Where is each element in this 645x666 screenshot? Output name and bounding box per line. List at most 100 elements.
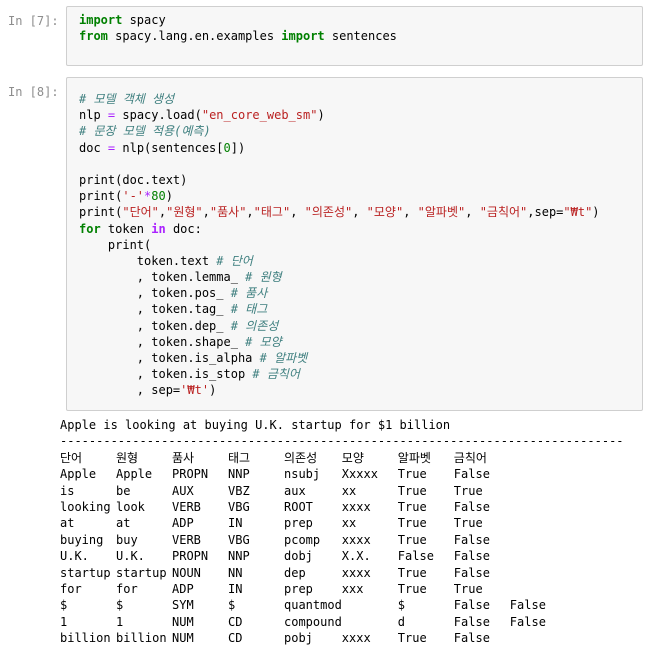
code-line: import spacy — [79, 12, 642, 28]
table-cell: at — [116, 516, 131, 531]
code-token: from — [79, 29, 108, 44]
table-cell: True — [397, 483, 427, 498]
code-token: , token.dep_ — [79, 318, 231, 333]
code-token: # 품사 — [230, 286, 268, 301]
table-cell: VBZ — [228, 483, 250, 498]
table-cell: True — [453, 582, 483, 597]
code-line: print(doc.text) — [79, 172, 642, 188]
code-line: nlp = spacy.load("en_core_web_sm") — [79, 107, 642, 123]
code-token: , token.lemma_ — [79, 270, 246, 285]
code-token: # 모델 객체 생성 — [79, 92, 175, 106]
code-token: "금칙어" — [479, 205, 528, 220]
table-cell: 원형 — [116, 450, 139, 465]
code-token: ) — [209, 383, 217, 398]
cell-output: Apple is looking at buying U.K. startup … — [60, 417, 645, 647]
table-cell: prep — [284, 516, 313, 531]
code-line: for token in doc: — [79, 221, 642, 237]
code-token: doc: — [165, 221, 202, 236]
table-cell: buying — [60, 532, 104, 547]
table-cell: xxxx — [341, 500, 371, 514]
table-cell: prep — [284, 582, 313, 597]
cell-prompt: In [8]: — [8, 85, 59, 99]
code-input-area[interactable]: # 모델 객체 생성 nlp = spacy.load("en_core_web_… — [66, 77, 643, 411]
table-cell: pcomp — [284, 532, 321, 547]
code-token: for — [79, 221, 101, 236]
table-row: is be AUX VBZ aux xx True True — [60, 483, 566, 499]
code-token: , token.is_alpha — [79, 351, 260, 365]
code-line: , token.pos_ # 품사 — [79, 285, 642, 301]
table-cell: True — [397, 565, 427, 580]
table-cell: $ — [397, 598, 406, 613]
table-cell: ROOT — [284, 500, 313, 514]
code-line: , token.shape_ # 모양 — [79, 334, 642, 350]
code-line: # 문장 모델 적용(예측) — [79, 123, 642, 139]
code-token: "단어" — [122, 205, 159, 220]
code-input-area[interactable]: import spacy from spacy.lang.en.examples … — [66, 6, 643, 66]
table-cell: CD — [228, 614, 243, 629]
table-cell: d — [397, 614, 406, 629]
table-cell: True — [397, 500, 427, 514]
table-header-row: 단어 원형 품사 태그 의존성 모양 알파벳 금칙어 — [60, 450, 566, 466]
code-token: # 모양 — [245, 334, 282, 349]
code-token: "원형" — [166, 205, 203, 220]
code-token: , — [465, 205, 480, 220]
table-cell: VERB — [172, 532, 201, 547]
code-token: , token.tag_ — [79, 302, 231, 317]
code-token: "태그" — [253, 205, 291, 220]
code-line: doc = nlp(sentences[0]) — [79, 140, 642, 156]
code-token: "₩t" — [563, 205, 593, 220]
code-token: spacy.load( — [115, 108, 202, 123]
code-line: , token.is_alpha # 알파벳 — [79, 350, 642, 366]
output-sentence: Apple is looking at buying U.K. startup … — [60, 418, 451, 432]
table-cell: True — [397, 631, 427, 646]
table-row: Apple Apple PROPN NNP nsubj Xxxxx True False — [60, 466, 566, 482]
table-cell: pobj — [284, 631, 313, 646]
table-cell: billion — [60, 631, 111, 646]
code-line: print( — [79, 237, 642, 253]
table-row: billion billion NUM CD pobj xxxx True False — [60, 630, 566, 646]
table-cell: IN — [228, 582, 243, 597]
code-token: "의존성" — [304, 205, 353, 220]
code-token: "모양" — [366, 205, 404, 220]
table-cell: False — [453, 532, 490, 547]
table-cell: 금칙어 — [453, 450, 487, 465]
table-cell: False — [453, 467, 490, 482]
table-cell: False — [453, 549, 490, 564]
code-token: # 금칙어 — [252, 367, 300, 382]
code-token: '₩t' — [180, 383, 210, 398]
table-cell: True — [453, 516, 483, 531]
code-token: nlp(sentences[ — [115, 140, 224, 155]
code-token: 0 — [223, 140, 231, 155]
table-cell: xxxx — [341, 631, 371, 646]
table-cell: ADP — [172, 582, 194, 597]
code-token: print( — [79, 205, 123, 220]
table-cell: quantmod — [284, 598, 342, 613]
table-row: U.K. U.K. PROPN NNP dobj X.X. False False — [60, 548, 566, 564]
table-cell: 의존성 — [284, 450, 318, 465]
code-token: print( — [79, 189, 123, 204]
token-table: 단어 원형 품사 태그 의존성 모양 알파벳 금칙어 Apple Apple PROPN NNP nsu… — [60, 450, 566, 647]
table-cell: xxxx — [341, 532, 371, 547]
table-cell: xx — [341, 483, 357, 498]
code-token: 80 — [151, 189, 166, 204]
table-cell: 단어 — [60, 450, 83, 465]
code-token: "en_core_web_sm" — [201, 108, 318, 123]
code-line: print("단어","원형","품사","태그", "의존성", "모양", … — [79, 204, 642, 220]
table-cell: True — [397, 467, 427, 482]
table-cell: VBG — [228, 500, 250, 514]
table-row: $ $ SYM $ quantmod $ False False — [60, 597, 566, 613]
table-cell: NN — [228, 565, 243, 580]
table-cell: $ — [60, 598, 68, 613]
table-cell: False — [453, 614, 490, 629]
code-token: , token.shape_ — [79, 334, 246, 349]
code-line: , token.is_stop # 금칙어 — [79, 366, 642, 382]
code-token: # 원형 — [245, 270, 282, 285]
code-token: ,sep= — [527, 205, 564, 220]
table-cell: Xxxxx — [341, 467, 378, 482]
table-cell: look — [116, 500, 145, 514]
table-row: for for ADP IN prep xxx True True — [60, 581, 566, 597]
code-token: "알파벳" — [417, 205, 466, 220]
code-line: # 모델 객체 생성 — [79, 91, 642, 107]
table-cell: 알파벳 — [397, 450, 431, 465]
table-cell: False — [509, 614, 546, 629]
